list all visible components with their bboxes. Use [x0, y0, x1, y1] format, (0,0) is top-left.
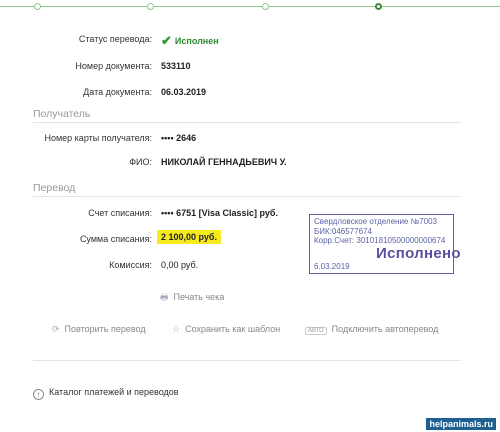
- repeat-transfer-button[interactable]: ⟳ Повторить перевод: [52, 324, 146, 335]
- autopay-label: Подключить автоперевод: [331, 324, 439, 334]
- amount-value: 2 100,00 руб.: [157, 230, 221, 244]
- bottom-divider: [33, 360, 461, 361]
- stepper-line-end: [382, 6, 500, 7]
- status-text: Исполнен: [174, 36, 219, 46]
- star-icon: ☆: [172, 324, 181, 334]
- save-template-label: Сохранить как шаблон: [185, 324, 281, 334]
- stepper-dot-2: [147, 3, 154, 10]
- stepper-line-done: [0, 6, 375, 7]
- progress-stepper: [0, 0, 500, 14]
- transfer-section-title: Перевод: [33, 182, 76, 194]
- recipient-divider: [33, 122, 461, 123]
- stamp-line-2: БИК:046577674: [314, 226, 372, 236]
- stamp-date: 6.03.2019: [314, 262, 350, 271]
- stamp-status: Исполнено: [376, 245, 461, 262]
- save-template-button[interactable]: ☆ Сохранить как шаблон: [172, 324, 280, 335]
- catalog-label: Каталог платежей и переводов: [49, 387, 179, 397]
- account-value: •••• 6751 [Visa Classic] руб.: [161, 208, 278, 218]
- card-number-value: •••• 2646: [161, 133, 197, 143]
- catalog-link[interactable]: ↑ Каталог платежей и переводов: [33, 387, 179, 400]
- recipient-section-title: Получатель: [33, 108, 91, 120]
- status-value: ✔ Исполнен: [161, 33, 219, 49]
- doc-number-value: 533110: [161, 61, 191, 71]
- watermark: helpanimals.ru: [426, 418, 496, 430]
- card-number-label: Номер карты получателя:: [44, 133, 152, 143]
- print-check-label: Печать чека: [173, 292, 225, 302]
- doc-number-label: Номер документа:: [75, 61, 152, 71]
- bank-stamp: Свердловское отделение №7003 БИК:0465776…: [309, 214, 461, 274]
- fio-label: ФИО:: [129, 157, 152, 167]
- repeat-icon: ⟳: [52, 324, 60, 334]
- auto-badge-icon: АВТО: [305, 327, 327, 335]
- printer-icon: 🖶: [160, 292, 169, 302]
- stepper-dot-4-active: [375, 3, 382, 10]
- amount-label: Сумма списания:: [79, 234, 152, 244]
- fio-value: НИКОЛАЙ ГЕННАДЬЕВИЧ У.: [161, 157, 287, 167]
- check-icon: ✔: [161, 33, 172, 48]
- doc-date-label: Дата документа:: [83, 87, 152, 97]
- stepper-dot-3: [262, 3, 269, 10]
- autopay-button[interactable]: АВТО Подключить автоперевод: [305, 324, 438, 335]
- amount-highlight: 2 100,00 руб.: [157, 230, 221, 244]
- stamp-line-1: Свердловское отделение №7003: [314, 217, 437, 226]
- transfer-divider: [33, 196, 461, 197]
- stepper-dot-1: [34, 3, 41, 10]
- account-label: Счет списания:: [88, 208, 152, 218]
- print-check-link[interactable]: 🖶 Печать чека: [160, 290, 224, 306]
- arrow-up-icon: ↑: [33, 389, 44, 400]
- repeat-label: Повторить перевод: [64, 324, 146, 334]
- commission-value: 0,00 руб.: [161, 260, 199, 270]
- commission-label: Комиссия:: [109, 260, 152, 270]
- doc-date-value: 06.03.2019: [161, 87, 207, 97]
- status-label: Статус перевода:: [78, 34, 152, 44]
